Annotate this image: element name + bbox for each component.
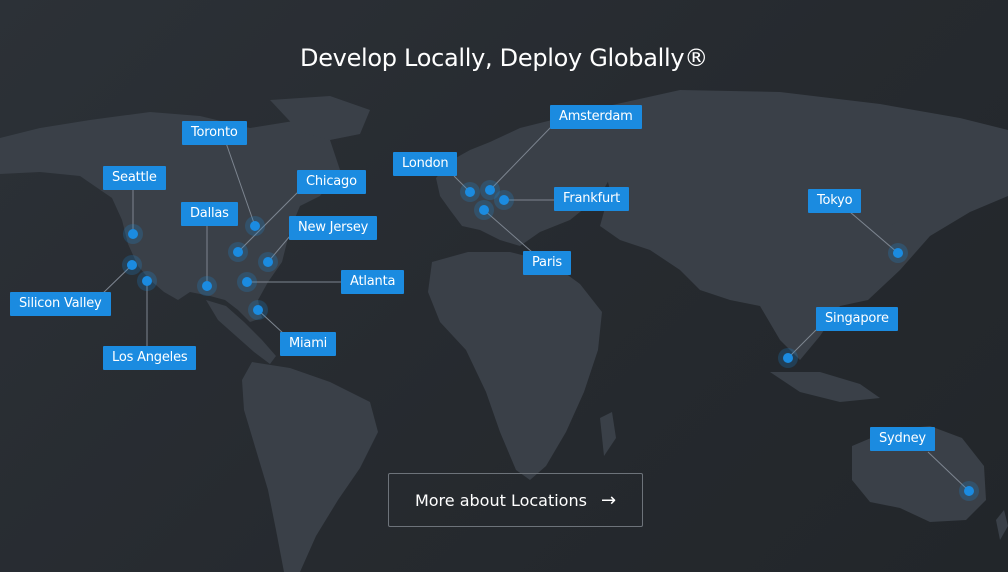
location-label-sydney[interactable]: Sydney: [870, 427, 935, 451]
silicon-valley-marker[interactable]: [122, 255, 142, 275]
location-label-miami[interactable]: Miami: [280, 332, 337, 356]
location-label-singapore[interactable]: Singapore: [816, 307, 898, 331]
tokyo-marker[interactable]: [888, 243, 908, 263]
page-title: Develop Locally, Deploy Globally®: [300, 44, 708, 72]
location-label-paris[interactable]: Paris: [523, 251, 571, 275]
seattle-marker[interactable]: [123, 224, 143, 244]
dallas-marker[interactable]: [197, 276, 217, 296]
chicago-marker[interactable]: [228, 242, 248, 262]
location-label-silicon-valley[interactable]: Silicon Valley: [10, 292, 111, 316]
location-label-los-angeles[interactable]: Los Angeles: [103, 346, 197, 370]
location-label-london[interactable]: London: [393, 152, 458, 176]
paris-marker[interactable]: [474, 200, 494, 220]
location-label-frankfurt[interactable]: Frankfurt: [554, 187, 630, 211]
new-jersey-marker[interactable]: [258, 252, 278, 272]
location-label-toronto[interactable]: Toronto: [182, 121, 247, 145]
miami-marker[interactable]: [248, 300, 268, 320]
frankfurt-marker[interactable]: [494, 190, 514, 210]
toronto-marker[interactable]: [245, 216, 265, 236]
sydney-marker[interactable]: [959, 481, 979, 501]
location-label-dallas[interactable]: Dallas: [181, 202, 238, 226]
location-label-chicago[interactable]: Chicago: [297, 170, 366, 194]
location-label-tokyo[interactable]: Tokyo: [808, 189, 862, 213]
location-label-amsterdam[interactable]: Amsterdam: [550, 105, 642, 129]
atlanta-marker[interactable]: [237, 272, 257, 292]
singapore-marker[interactable]: [778, 348, 798, 368]
location-label-seattle[interactable]: Seattle: [103, 166, 166, 190]
arrow-right-icon: →: [600, 489, 617, 511]
more-about-locations-label: More about Locations: [414, 490, 587, 510]
los-angeles-marker[interactable]: [137, 271, 157, 291]
more-about-locations-button[interactable]: More about Locations →: [388, 473, 643, 527]
location-label-atlanta[interactable]: Atlanta: [341, 270, 405, 294]
london-marker[interactable]: [460, 182, 480, 202]
location-label-new-jersey[interactable]: New Jersey: [289, 216, 378, 240]
